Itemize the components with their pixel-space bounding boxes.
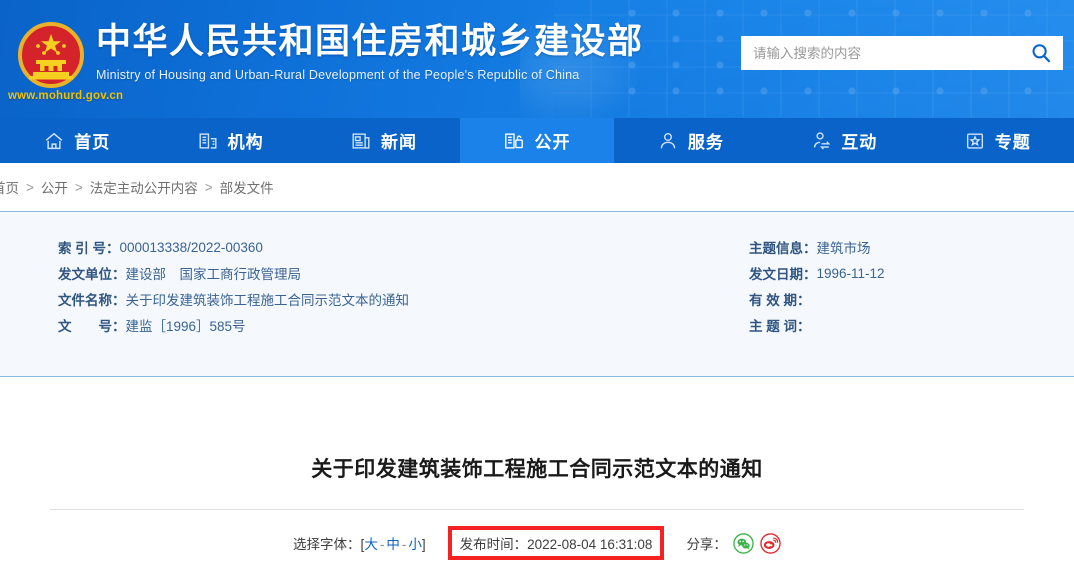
nav-label-open: 公开	[534, 133, 571, 152]
nav-item-service[interactable]: 服务	[614, 118, 767, 163]
article-toolbar: 选择字体：[大 - 中 - 小] 发布时间：2022-08-04 16:31:08 分享…	[0, 526, 1074, 560]
meta-key: 索 引 号：	[58, 241, 120, 256]
header-title-block: 中华人民共和国住房和城乡建设部 Ministry of Housing and …	[96, 20, 644, 84]
main-navigation: 首页 机构 新闻 公开 服务 互动 专题	[0, 118, 1074, 163]
meta-row-issuing-unit: 发文单位： 建设部 国家工商行政管理局	[0, 260, 537, 286]
nav-item-home[interactable]: 首页	[0, 118, 153, 163]
nav-item-news[interactable]: 新闻	[307, 118, 460, 163]
meta-value: 关于印发建筑装饰工程施工合同示范文本的通知	[125, 293, 410, 308]
site-title-en: Ministry of Housing and Urban-Rural Deve…	[96, 68, 580, 82]
meta-value: 建筑市场	[816, 241, 871, 256]
meta-row-subject-terms: 主 题 词：	[537, 312, 1074, 338]
open-folder-icon	[503, 130, 525, 152]
search-button[interactable]	[1019, 37, 1063, 69]
breadcrumb: 首页 > 公开 > 法定主动公开内容 > 部发文件	[0, 163, 1074, 211]
china-national-emblem-icon	[16, 20, 86, 90]
breadcrumb-separator: >	[204, 179, 213, 195]
search-input[interactable]	[741, 37, 1019, 69]
nav-item-organization[interactable]: 机构	[153, 118, 306, 163]
nav-label-interaction: 互动	[841, 133, 878, 152]
breadcrumb-separator: >	[26, 179, 34, 195]
breadcrumb-item-statutory-disclosure[interactable]: 法定主动公开内容	[90, 177, 198, 197]
meta-value: 建设部 国家工商行政管理局	[125, 267, 302, 282]
breadcrumb-item-open[interactable]: 公开	[41, 177, 68, 197]
meta-value: 建监［1996］585号	[125, 319, 246, 334]
wechat-share-icon[interactable]	[733, 532, 754, 554]
page-title: 关于印发建筑装饰工程施工合同示范文本的通知	[311, 458, 763, 481]
nav-label-news: 新闻	[381, 133, 418, 152]
publish-time-label: 发布时间：	[459, 537, 528, 552]
font-size-small[interactable]: 小	[408, 537, 422, 552]
star-topic-icon	[964, 130, 986, 152]
font-size-selector: 选择字体：[大 - 中 - 小]	[293, 533, 426, 553]
meta-row-subject-info: 主题信息： 建筑市场	[537, 234, 1074, 260]
publish-time-value: 2022-08-04 16:31:08	[527, 537, 653, 552]
breadcrumb-separator: >	[74, 179, 83, 195]
meta-row-index-number: 索 引 号： 000013338/2022-00360	[0, 234, 537, 260]
meta-key: 文件名称：	[58, 293, 126, 308]
nav-item-interaction[interactable]: 互动	[767, 118, 920, 163]
meta-key: 有 效 期：	[749, 293, 811, 308]
font-size-label: 选择字体：	[293, 537, 361, 552]
nav-label-topic: 专题	[994, 133, 1031, 152]
title-divider	[50, 509, 1024, 510]
meta-row-document-name: 文件名称： 关于印发建筑装饰工程施工合同示范文本的通知	[0, 286, 537, 312]
weibo-share-icon[interactable]	[760, 532, 781, 554]
font-size-large[interactable]: 大	[364, 537, 378, 552]
share-section: 分享：	[686, 532, 781, 554]
nav-item-topic[interactable]: 专题	[921, 118, 1074, 163]
share-label: 分享：	[686, 537, 727, 552]
bracket-close: ]	[421, 537, 426, 552]
meta-key: 发文日期：	[749, 267, 817, 282]
breadcrumb-item-ministry-documents[interactable]: 部发文件	[220, 177, 274, 197]
font-size-medium[interactable]: 中	[386, 537, 400, 552]
meta-key: 文 号：	[58, 319, 126, 334]
meta-row-validity-period: 有 效 期：	[537, 286, 1074, 312]
nav-item-open[interactable]: 公开	[460, 118, 614, 163]
publish-time-highlight: 发布时间：2022-08-04 16:31:08	[447, 526, 665, 560]
meta-value: 000013338/2022-00360	[119, 239, 263, 255]
newspaper-icon	[350, 130, 372, 152]
font-size-dash: -	[379, 537, 385, 552]
meta-key: 主题信息：	[749, 241, 817, 256]
site-url-text: www.mohurd.gov.cn	[8, 90, 124, 102]
search-box[interactable]	[741, 36, 1063, 70]
meta-row-document-number: 文 号： 建监［1996］585号	[0, 312, 537, 338]
nav-label-home: 首页	[74, 133, 111, 152]
home-icon	[43, 130, 65, 152]
document-metadata-panel: 索 引 号： 000013338/2022-00360 主题信息： 建筑市场 发…	[0, 211, 1074, 377]
interaction-icon	[810, 130, 832, 152]
meta-value: 1996-11-12	[816, 265, 885, 281]
article-section: 关于印发建筑装饰工程施工合同示范文本的通知 选择字体：[大 - 中 - 小] 发布时间：…	[0, 453, 1074, 560]
building-icon	[197, 130, 219, 152]
user-service-icon	[657, 130, 679, 152]
breadcrumb-item-home[interactable]: 首页	[0, 177, 19, 197]
meta-key: 发文单位：	[58, 267, 126, 282]
nav-label-service: 服务	[687, 133, 724, 152]
meta-row-issue-date: 发文日期： 1996-11-12	[537, 260, 1074, 286]
nav-label-organization: 机构	[227, 133, 264, 152]
font-size-dash: -	[401, 537, 407, 552]
meta-key: 主 题 词：	[749, 319, 811, 334]
search-icon	[1032, 44, 1051, 63]
site-title-cn: 中华人民共和国住房和城乡建设部	[96, 22, 644, 61]
site-header: 中华人民共和国住房和城乡建设部 Ministry of Housing and …	[0, 0, 1074, 118]
